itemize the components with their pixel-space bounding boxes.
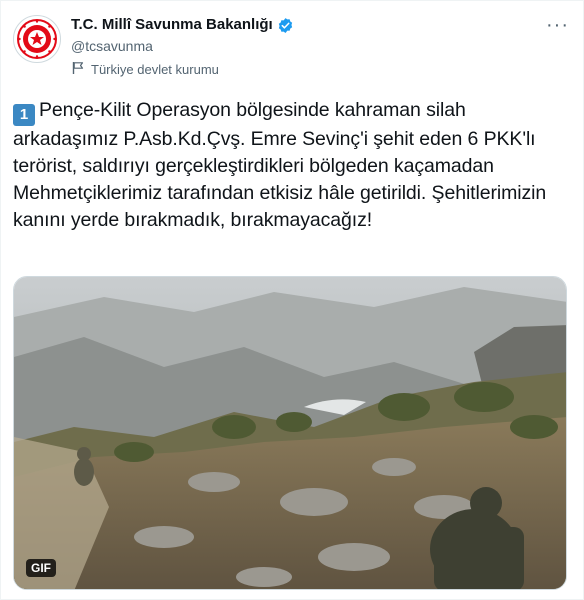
keycap-one-icon: 1 xyxy=(13,103,35,126)
handle[interactable]: @tcsavunma xyxy=(71,36,294,56)
tweet-text-content: Pençe-Kilit Operasyon bölgesinde kahrama… xyxy=(13,99,547,231)
government-label[interactable]: Türkiye devlet kurumu xyxy=(71,61,294,78)
tweet-card: T.C. Millî Savunma Bakanlığı @tcsavunma xyxy=(0,0,584,600)
tweet-header: T.C. Millî Savunma Bakanlığı @tcsavunma xyxy=(13,13,571,81)
verified-badge-icon xyxy=(277,17,294,34)
media-image xyxy=(14,277,566,589)
avatar[interactable] xyxy=(13,15,61,63)
government-label-text: Türkiye devlet kurumu xyxy=(91,62,219,77)
tweet-media[interactable]: GIF xyxy=(13,276,567,590)
flag-icon xyxy=(71,61,85,78)
ministry-emblem-icon xyxy=(17,19,57,59)
account-info: T.C. Millî Savunma Bakanlığı @tcsavunma xyxy=(71,15,294,78)
display-name-row: T.C. Millî Savunma Bakanlığı xyxy=(71,15,294,35)
gif-badge[interactable]: GIF xyxy=(26,559,56,577)
more-icon[interactable]: ··· xyxy=(546,15,569,35)
display-name[interactable]: T.C. Millî Savunma Bakanlığı xyxy=(71,15,273,35)
tweet-text: 1 Pençe-Kilit Operasyon bölgesinde kahram… xyxy=(13,97,573,234)
